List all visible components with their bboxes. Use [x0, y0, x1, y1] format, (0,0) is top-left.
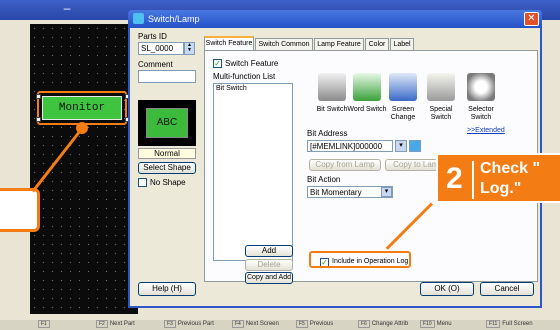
- selector-switch-icon[interactable]: [467, 73, 495, 101]
- state-select[interactable]: Normal: [138, 148, 196, 159]
- minimize-icon[interactable]: –: [60, 2, 74, 15]
- function-key-bar: F1 F2 Next Part F3 Previous Part F4 Next Sc…: [0, 320, 560, 330]
- fkey-f10[interactable]: F10 Menu: [420, 320, 452, 328]
- special-switch-icon[interactable]: [427, 73, 455, 101]
- instruction-callout-1: [0, 188, 40, 232]
- feature-label-word-switch: Word Switch: [347, 106, 387, 113]
- step-number: 2: [446, 162, 463, 195]
- fkey-f3[interactable]: F3 Previous Part: [164, 320, 214, 328]
- help-button[interactable]: Help (H): [138, 282, 196, 296]
- list-item[interactable]: Bit Switch: [216, 85, 247, 92]
- bit-address-label: Bit Address: [307, 129, 348, 138]
- bit-switch-icon[interactable]: [318, 73, 346, 101]
- fkey-f5[interactable]: F5 Previous: [296, 320, 333, 328]
- shape-preview: ABC: [138, 100, 196, 146]
- extended-link[interactable]: >>Extended: [467, 127, 505, 134]
- step-callout: 2 Check " Log.": [436, 153, 560, 203]
- tab-switch-feature[interactable]: Switch Feature: [204, 36, 254, 51]
- chevron-down-icon[interactable]: ▾: [395, 140, 407, 152]
- bit-action-label: Bit Action: [307, 175, 341, 184]
- close-icon[interactable]: ✕: [524, 12, 539, 26]
- feature-label-selector-switch: Selector Switch: [468, 106, 494, 121]
- screen-canvas[interactable]: [30, 24, 138, 314]
- copy-and-add-button[interactable]: Copy and Add: [245, 272, 293, 284]
- parts-id-label: Parts ID: [138, 32, 167, 41]
- address-input-icon[interactable]: [409, 140, 421, 152]
- cancel-button[interactable]: Cancel: [480, 282, 534, 296]
- switch-feature-checkbox[interactable]: ✓: [213, 59, 222, 68]
- fkey-f6[interactable]: F6 Change Attrib: [358, 320, 408, 328]
- fkey-f1[interactable]: F1: [38, 320, 52, 328]
- multi-function-list[interactable]: Bit Switch: [213, 83, 293, 261]
- fkey-f4[interactable]: F4 Next Screen: [232, 320, 279, 328]
- fkey-f2[interactable]: F2 Next Part: [96, 320, 135, 328]
- dialog-titlebar: Switch/Lamp ✕: [128, 10, 542, 28]
- screen-change-icon[interactable]: [389, 73, 417, 101]
- no-shape-checkbox[interactable]: [138, 178, 147, 187]
- resize-handle[interactable]: [36, 117, 41, 122]
- comment-field[interactable]: [138, 70, 196, 83]
- delete-button[interactable]: Delete: [245, 259, 293, 271]
- comment-label: Comment: [138, 60, 173, 69]
- feature-label-special-switch: Special Switch: [429, 106, 453, 121]
- feature-label-bit-switch: Bit Switch: [316, 106, 348, 113]
- switch-feature-label: Switch Feature: [225, 59, 279, 68]
- select-shape-button[interactable]: Select Shape: [138, 162, 196, 174]
- callout-divider: [472, 161, 474, 199]
- switch-lamp-icon: [133, 13, 144, 24]
- word-switch-icon[interactable]: [353, 73, 381, 101]
- dialog-title: Switch/Lamp: [148, 14, 200, 24]
- feature-label-screen-change: Screen Change: [390, 106, 416, 121]
- copy-from-lamp-button[interactable]: Copy from Lamp: [309, 159, 381, 171]
- no-shape-label: No Shape: [150, 178, 186, 187]
- highlight-operation-log: [309, 251, 411, 268]
- multi-function-label: Multi-function List: [213, 72, 276, 81]
- step-instruction: Check " Log.": [480, 160, 541, 197]
- parts-id-spinner[interactable]: ▲ ▼: [184, 42, 195, 55]
- resize-handle[interactable]: [36, 94, 41, 99]
- parts-id-field[interactable]: SL_0000: [138, 42, 184, 55]
- ok-button[interactable]: OK (O): [420, 282, 474, 296]
- add-button[interactable]: Add: [245, 245, 293, 257]
- tab-lamp-feature[interactable]: Lamp Feature: [314, 38, 364, 50]
- monitor-switch-part[interactable]: Monitor: [42, 96, 122, 120]
- tab-label[interactable]: Label: [390, 38, 414, 50]
- tab-color[interactable]: Color: [365, 38, 389, 50]
- fkey-f11[interactable]: F11 Full Screen: [486, 320, 533, 328]
- bit-address-field[interactable]: [#MEMLINK]000000: [307, 140, 393, 152]
- tab-switch-common[interactable]: Switch Common: [255, 38, 313, 50]
- chevron-down-icon[interactable]: ▾: [381, 187, 392, 197]
- preview-switch: ABC: [146, 108, 188, 138]
